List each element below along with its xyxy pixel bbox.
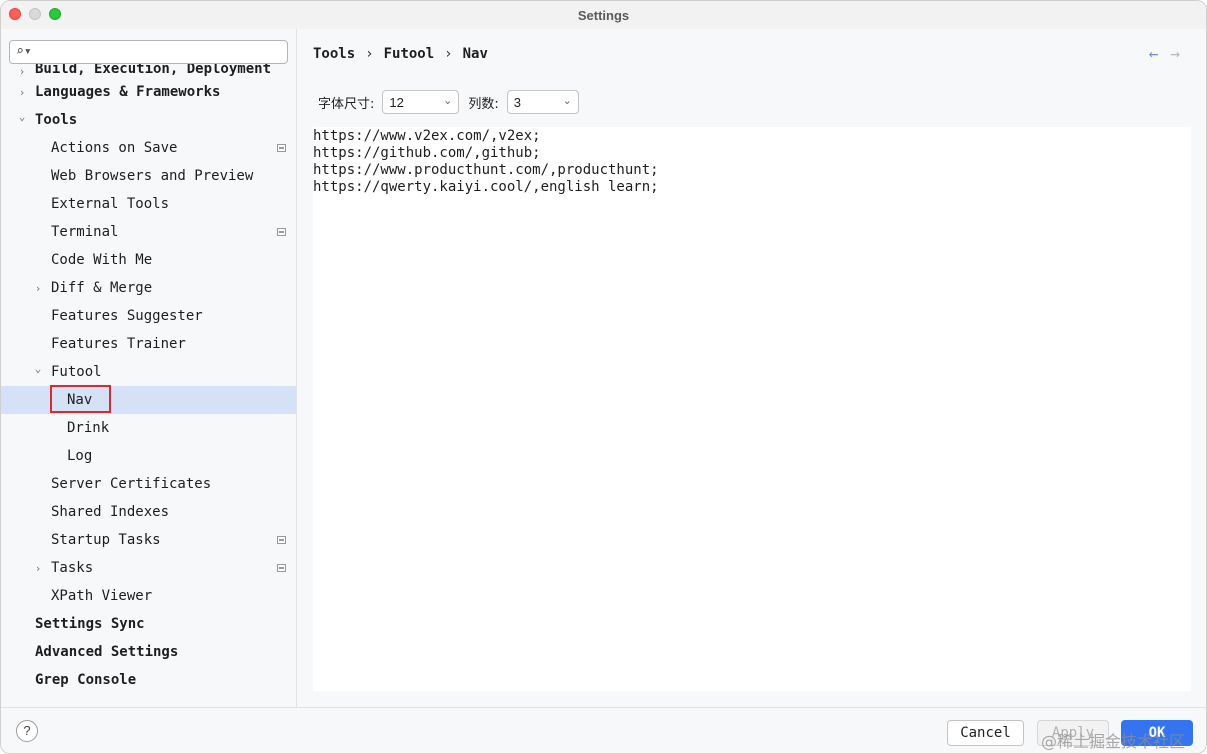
back-arrow-icon[interactable]: ←: [1149, 44, 1159, 63]
cancel-button[interactable]: Cancel: [947, 720, 1024, 746]
columns-value: 3: [513, 94, 522, 110]
chevron-right-icon[interactable]: ›: [33, 282, 43, 295]
sidebar-item[interactable]: External Tools: [1, 190, 296, 218]
breadcrumb-separator: ›: [365, 46, 374, 62]
sidebar-item-label: External Tools: [51, 196, 170, 212]
search-icon: ⌕▾: [16, 44, 32, 59]
chevron-right-icon[interactable]: ›: [17, 65, 27, 78]
help-button[interactable]: ?: [16, 720, 38, 742]
sidebar-item-label: Futool: [51, 364, 102, 380]
project-scope-icon: [277, 144, 286, 152]
settings-window: Settings › Build, Execution, Deployment › L…: [0, 0, 1207, 754]
breadcrumb-item: Nav: [462, 46, 488, 62]
sidebar-item[interactable]: Features Trainer: [1, 330, 296, 358]
chevron-right-icon[interactable]: ›: [33, 562, 43, 575]
sidebar-item[interactable]: Web Browsers and Preview: [1, 162, 296, 190]
sidebar-item-label: Advanced Settings: [35, 644, 179, 660]
editor-line: https://www.v2ex.com/,v2ex;: [313, 128, 541, 144]
project-scope-icon: [277, 228, 286, 236]
sidebar-item[interactable]: ⌄ Tools: [1, 106, 296, 134]
sidebar-item-label: Web Browsers and Preview: [51, 168, 254, 184]
sidebar-item-label: Features Trainer: [51, 336, 186, 352]
sidebar-item-label: Tasks: [51, 560, 94, 576]
sidebar-item[interactable]: › Build, Execution, Deployment: [1, 61, 296, 78]
breadcrumb-item[interactable]: Tools: [313, 46, 355, 62]
sidebar-item[interactable]: Actions on Save: [1, 134, 296, 162]
sidebar-item[interactable]: Features Suggester: [1, 302, 296, 330]
sidebar-item[interactable]: XPath Viewer: [1, 582, 296, 610]
breadcrumb-item[interactable]: Futool: [384, 46, 435, 62]
font-size-label: 字体尺寸:: [318, 96, 375, 112]
project-scope-icon: [277, 564, 286, 572]
sidebar-item[interactable]: Drink: [1, 414, 296, 442]
sidebar-item-label: Terminal: [51, 224, 119, 240]
history-nav: ← →: [1149, 44, 1180, 63]
sidebar-item[interactable]: Grep Console: [1, 666, 296, 694]
sidebar-item[interactable]: Startup Tasks: [1, 526, 296, 554]
chevron-down-icon[interactable]: ⌄: [17, 110, 27, 123]
maximize-window-button[interactable]: [49, 8, 61, 20]
sidebar-item[interactable]: › Languages & Frameworks: [1, 78, 296, 106]
minimize-window-button[interactable]: [29, 8, 41, 20]
settings-tree: › Build, Execution, Deployment › Languages …: [1, 61, 296, 694]
forward-arrow-icon[interactable]: →: [1170, 44, 1180, 63]
sidebar-item-label: Startup Tasks: [51, 532, 161, 548]
columns-select[interactable]: 3 ⌄: [506, 90, 579, 114]
sidebar-item-label: Features Suggester: [51, 308, 203, 324]
breadcrumb: Tools › Futool › Nav: [313, 46, 488, 62]
font-size-value: 12: [389, 94, 404, 110]
chevron-down-icon[interactable]: ⌄: [33, 362, 43, 375]
nav-options: 字体尺寸: 12 ⌄ 列数: 3 ⌄: [318, 90, 579, 114]
breadcrumb-separator: ›: [444, 46, 453, 62]
sidebar-item[interactable]: Server Certificates: [1, 470, 296, 498]
sidebar-item[interactable]: Advanced Settings: [1, 638, 296, 666]
project-scope-icon: [277, 536, 286, 544]
dialog-footer: ? Cancel Apply OK @稀土掘金技术社区: [1, 707, 1206, 753]
sidebar-item-label: Shared Indexes: [51, 504, 170, 520]
settings-sidebar: › Build, Execution, Deployment › Languages …: [1, 29, 297, 707]
sidebar-item[interactable]: Terminal: [1, 218, 296, 246]
sidebar-item-label: Code With Me: [51, 252, 153, 268]
font-size-select[interactable]: 12 ⌄: [382, 90, 460, 114]
sidebar-item[interactable]: Settings Sync: [1, 610, 296, 638]
watermark: @稀土掘金技术社区: [1041, 732, 1186, 751]
traffic-lights: [9, 8, 61, 20]
nav-links-editor[interactable]: https://www.v2ex.com/,v2ex; https://gith…: [313, 127, 1191, 691]
chevron-down-icon: ⌄: [443, 95, 453, 107]
close-window-button[interactable]: [9, 8, 21, 20]
sidebar-item[interactable]: Code With Me: [1, 246, 296, 274]
sidebar-item-label: Nav: [67, 392, 93, 408]
sidebar-item[interactable]: ⌄ Futool: [1, 358, 296, 386]
sidebar-item-label: Log: [67, 448, 93, 464]
sidebar-item[interactable]: › Diff & Merge: [1, 274, 296, 302]
sidebar-item[interactable]: Shared Indexes: [1, 498, 296, 526]
settings-content: Tools › Futool › Nav ← → 字体尺寸: 12 ⌄ 列数: …: [298, 29, 1206, 707]
sidebar-item-label: Drink: [67, 420, 110, 436]
editor-line: https://github.com/,github;: [313, 145, 541, 161]
columns-label: 列数:: [468, 96, 499, 112]
sidebar-item-label: Settings Sync: [35, 616, 145, 632]
chevron-right-icon[interactable]: ›: [17, 86, 27, 99]
sidebar-item-label: Tools: [35, 112, 78, 128]
editor-line: https://www.producthunt.com/,producthunt…: [313, 162, 659, 178]
sidebar-item-label: XPath Viewer: [51, 588, 153, 604]
sidebar-item-label: Languages & Frameworks: [35, 84, 221, 100]
title-bar: Settings: [1, 1, 1206, 29]
editor-line: https://qwerty.kaiyi.cool/,english learn…: [313, 179, 659, 195]
sidebar-item[interactable]: Nav: [1, 385, 296, 414]
search-input[interactable]: ⌕▾: [9, 40, 288, 64]
sidebar-item-label: Diff & Merge: [51, 280, 153, 296]
window-title: Settings: [577, 7, 630, 23]
chevron-down-icon: ⌄: [562, 95, 572, 107]
sidebar-item-label: Grep Console: [35, 672, 137, 688]
sidebar-item[interactable]: Log: [1, 442, 296, 470]
sidebar-item[interactable]: › Tasks: [1, 554, 296, 582]
sidebar-item-label: Server Certificates: [51, 476, 212, 492]
sidebar-item-label: Actions on Save: [51, 140, 178, 156]
